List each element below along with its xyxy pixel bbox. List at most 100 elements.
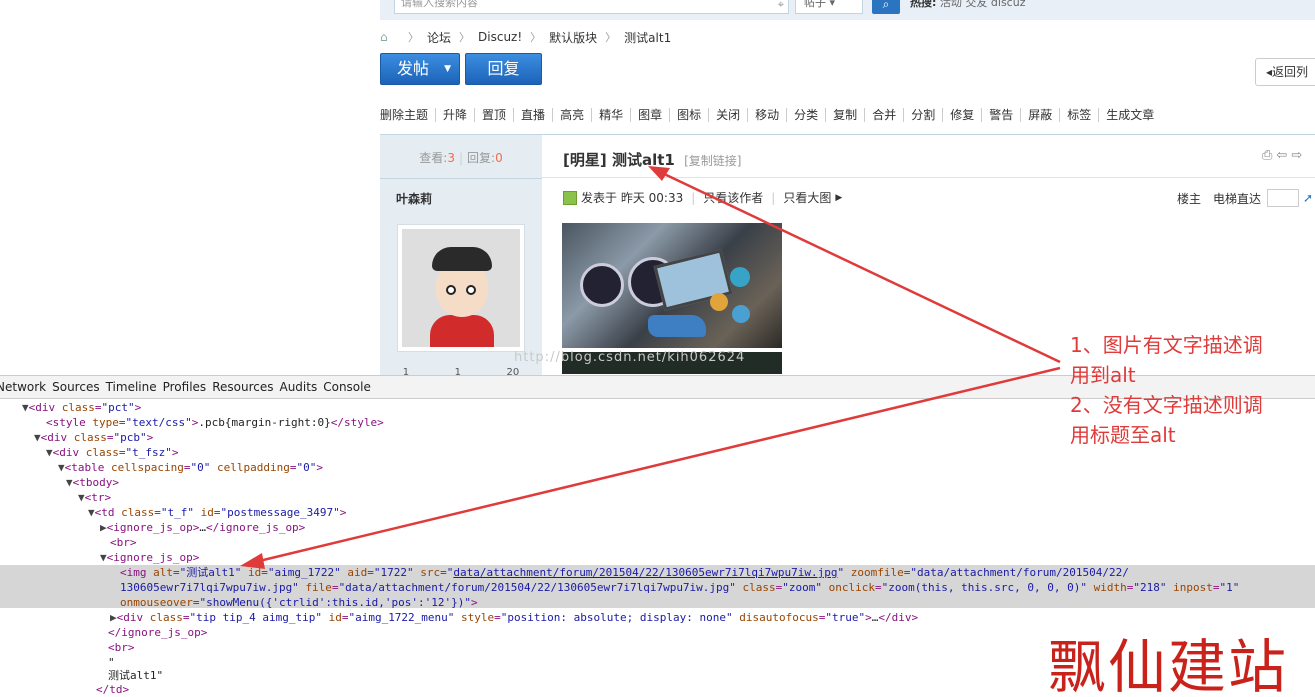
mod-action[interactable]: 生成文章 — [1098, 108, 1161, 122]
mod-action[interactable]: 复制 — [825, 108, 864, 122]
breadcrumb-forum[interactable]: 论坛 — [427, 29, 451, 46]
dom-node[interactable]: </ignore_js_op> — [108, 626, 207, 641]
floor-label: 楼主 — [1177, 191, 1202, 206]
mod-action[interactable]: 删除主题 — [380, 108, 435, 122]
map-shape — [648, 315, 706, 337]
mod-action[interactable]: 修复 — [942, 108, 981, 122]
back-to-list-button[interactable]: ◂返回列 — [1255, 58, 1315, 86]
tab-timeline[interactable]: Timeline — [106, 380, 157, 394]
divider — [380, 178, 542, 179]
dom-node[interactable]: ▼<tr> — [78, 491, 111, 506]
chevron-right-icon: ▶ — [835, 192, 843, 203]
search-input[interactable]: 请输入搜索内容 ⌖ — [394, 0, 789, 14]
dom-node[interactable]: <style type="text/css">.pcb{margin-right… — [46, 416, 384, 431]
breadcrumb-separator: 〉 — [408, 31, 419, 44]
dom-node[interactable]: ▼<tbody> — [66, 476, 119, 491]
mod-action[interactable]: 屏蔽 — [1020, 108, 1059, 122]
dom-node-img[interactable]: <img alt="测试alt1" id="aimg_1722" aid="17… — [120, 566, 1129, 581]
thread-title: [明星] 测试alt1 [复制链接] — [563, 149, 741, 170]
dom-node[interactable]: ▼<table cellspacing="0" cellpadding="0"> — [58, 461, 323, 476]
divider: | — [691, 190, 696, 205]
tab-profiles[interactable]: Profiles — [163, 380, 207, 394]
breadcrumb-separator: 〉 — [459, 31, 471, 44]
chevron-down-icon: ▼ — [444, 64, 451, 74]
tab-audits[interactable]: Audits — [279, 380, 317, 394]
mod-action[interactable]: 图标 — [669, 108, 708, 122]
author-sidebar: 查看:3 | 回复:0 叶森莉 1 1 20 — [380, 135, 542, 378]
mod-action[interactable]: 分割 — [903, 108, 942, 122]
dom-node[interactable]: ▼<div class="pcb"> — [34, 431, 153, 446]
next-thread-icon[interactable]: ⇨ — [1291, 148, 1306, 163]
mod-action[interactable]: 合并 — [864, 108, 903, 122]
go-icon[interactable]: ➚ — [1303, 191, 1313, 205]
tab-resources[interactable]: Resources — [212, 380, 273, 394]
app-icon — [710, 293, 728, 311]
dom-node[interactable]: ▼<div class="t_fsz"> — [46, 446, 178, 461]
dom-node[interactable]: </td> — [96, 683, 129, 697]
dom-text-node[interactable]: 测试alt1" — [108, 669, 163, 684]
tab-sources[interactable]: Sources — [52, 380, 99, 394]
post-meta: 发表于 昨天 00:33 | 只看该作者 | 只看大图 ▶ — [563, 189, 842, 206]
dom-node[interactable]: ▼<ignore_js_op> — [100, 551, 199, 566]
replies-count: 0 — [495, 151, 503, 165]
home-icon[interactable]: ⌂ — [380, 31, 394, 43]
mod-action[interactable]: 移动 — [747, 108, 786, 122]
avatar[interactable] — [397, 224, 525, 352]
reply-button[interactable]: 回复 — [465, 53, 542, 85]
floor-input[interactable] — [1267, 189, 1300, 207]
annotation-line: 2、没有文字描述则调 — [1070, 393, 1263, 417]
post-image[interactable] — [562, 223, 782, 348]
mod-action[interactable]: 直播 — [513, 108, 552, 122]
dom-node[interactable]: ▼<div class="pct"> — [22, 401, 141, 416]
dom-node-img-cont: 130605ewr7i7lqi7wpu7iw.jpg" file="data/a… — [120, 581, 1240, 594]
mod-action[interactable]: 精华 — [591, 108, 630, 122]
reply-button-label: 回复 — [487, 59, 520, 78]
mod-action[interactable]: 图章 — [630, 108, 669, 122]
author-name[interactable]: 叶森莉 — [396, 190, 432, 207]
divider — [542, 177, 1315, 178]
only-author-link[interactable]: 只看该作者 — [703, 189, 763, 206]
avatar-eye — [466, 285, 476, 295]
top-search-strip: 请输入搜索内容 ⌖ 帖子 ▾ ⌕ 热搜: 活动 交友 discuz — [380, 0, 1315, 20]
mod-action[interactable]: 警告 — [981, 108, 1020, 122]
copy-link[interactable]: [复制链接] — [684, 154, 741, 168]
annotation-line: 用标题至alt — [1070, 423, 1176, 447]
prev-thread-icon[interactable]: ⇦ — [1276, 148, 1291, 163]
tab-network[interactable]: Network — [0, 380, 46, 394]
watermark: http://blog.csdn.net/kih062624 — [514, 350, 746, 365]
avatar-hair — [432, 247, 492, 271]
mod-action[interactable]: 升降 — [435, 108, 474, 122]
online-status-icon — [563, 190, 577, 205]
print-icon[interactable]: ⎙ — [1262, 148, 1276, 163]
mod-action[interactable]: 关闭 — [708, 108, 747, 122]
tab-console[interactable]: Console — [323, 380, 371, 394]
avatar-eye — [446, 285, 456, 295]
post-button[interactable]: 发帖 ▼ — [380, 53, 460, 85]
dom-node[interactable]: ▶<ignore_js_op>…</ignore_js_op> — [100, 521, 305, 536]
dom-node-img-cont: onmouseover="showMenu({'ctrlid':this.id,… — [120, 596, 478, 609]
breadcrumb-board[interactable]: 默认版块 — [549, 29, 597, 46]
moderation-actions: 删除主题 升降 置顶 直播 高亮 精华 图章 图标 关闭 移动 分类 复制 合并… — [380, 108, 1161, 122]
only-big-image-link[interactable]: 只看大图 — [783, 189, 831, 206]
search-type-label: 帖子 — [804, 0, 826, 9]
views-label: 查看: — [419, 151, 448, 165]
breadcrumb-discuz[interactable]: Discuz! — [478, 30, 522, 44]
mod-action[interactable]: 分类 — [786, 108, 825, 122]
dom-node[interactable]: <br> — [110, 536, 137, 551]
hot-search: 热搜: 活动 交友 discuz — [910, 0, 1025, 10]
mod-action[interactable]: 标签 — [1059, 108, 1098, 122]
dom-node[interactable]: ▼<td class="t_f" id="postmessage_3497"> — [88, 506, 346, 521]
search-type-select[interactable]: 帖子 ▾ — [795, 0, 863, 14]
breadcrumb-thread[interactable]: 测试alt1 — [624, 29, 671, 46]
back-label: 返回列 — [1272, 65, 1309, 79]
search-button[interactable]: ⌕ — [872, 0, 900, 14]
avatar-body — [430, 315, 494, 347]
mod-action[interactable]: 置顶 — [474, 108, 513, 122]
dom-node[interactable]: <br> — [108, 641, 135, 656]
hot-search-words[interactable]: 活动 交友 discuz — [940, 0, 1026, 9]
thread-category[interactable]: [明星] — [563, 151, 607, 169]
mod-action[interactable]: 高亮 — [552, 108, 591, 122]
location-icon: ⌖ — [777, 0, 784, 11]
dom-node[interactable]: ▶<div class="tip tip_4 aimg_tip" id="aim… — [110, 611, 918, 626]
app-icon — [732, 305, 750, 323]
